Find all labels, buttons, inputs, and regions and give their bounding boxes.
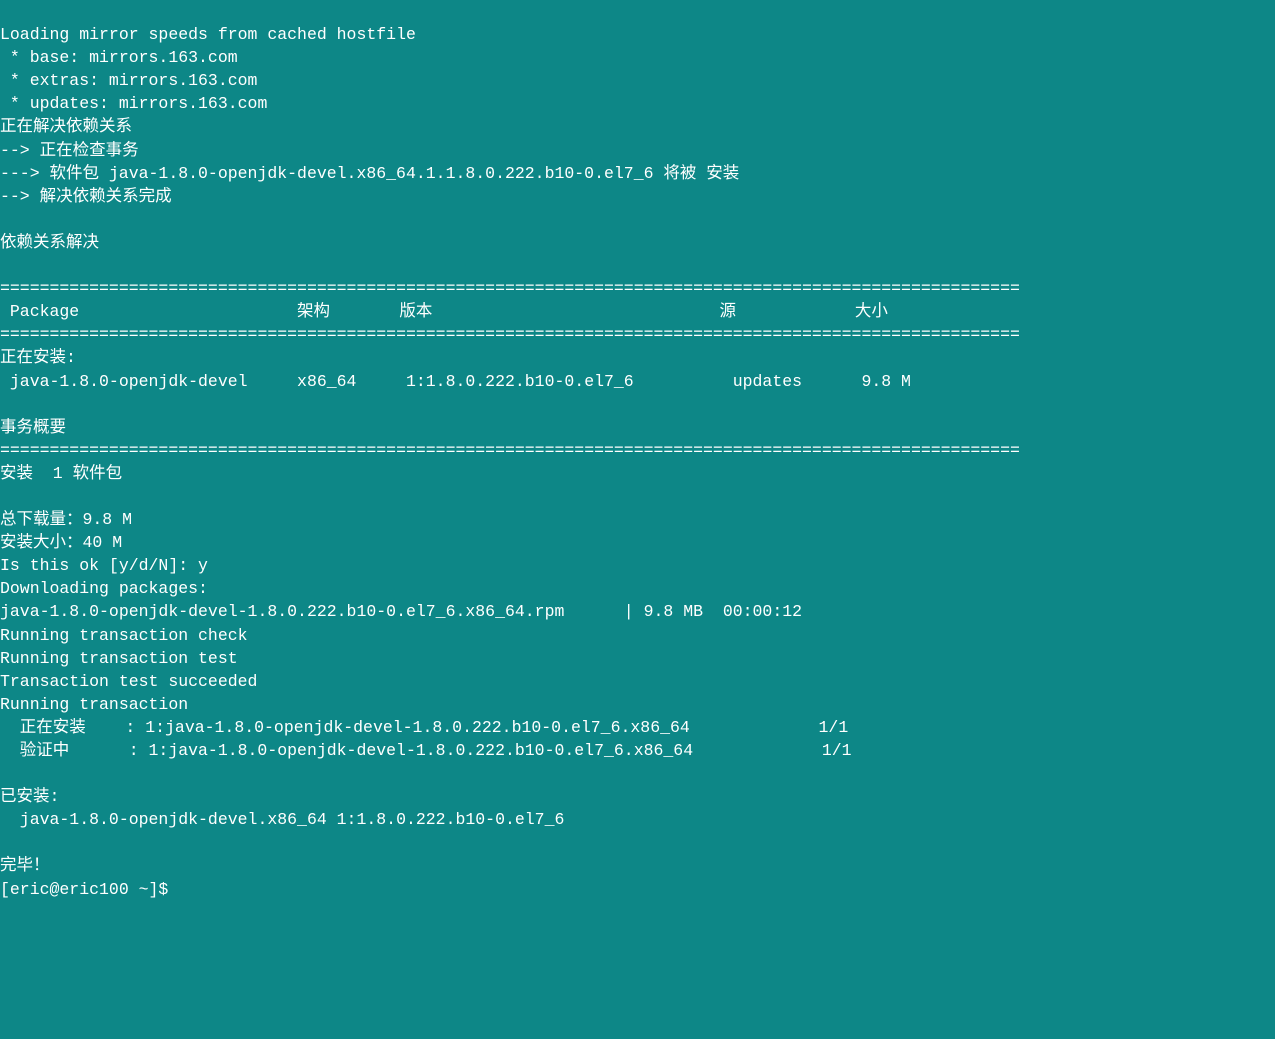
line-deps-resolved: 依赖关系解决 (0, 233, 99, 252)
line-mirror-extras: * extras: mirrors.163.com (0, 71, 257, 90)
line-installed-pkg: java-1.8.0-openjdk-devel.x86_64 1:1.8.0.… (0, 810, 564, 829)
line-installed-label: 已安装: (0, 787, 59, 806)
line-mirror-updates: * updates: mirrors.163.com (0, 94, 267, 113)
line-installed-size: 安装大小：40 M (0, 533, 122, 552)
line-trans-test-ok: Transaction test succeeded (0, 672, 257, 691)
line-resolving-deps: 正在解决依赖关系 (0, 117, 132, 136)
line-separator: ========================================… (0, 325, 1020, 344)
line-trans-check: Running transaction check (0, 626, 248, 645)
line-verifying-pkg: 验证中 : 1:java-1.8.0-openjdk-devel-1.8.0.2… (0, 741, 852, 760)
line-checking-trans: --> 正在检查事务 (0, 141, 139, 160)
line-installing-pkg: 正在安装 : 1:java-1.8.0-openjdk-devel-1.8.0.… (0, 718, 848, 737)
line-running-trans: Running transaction (0, 695, 188, 714)
line-package-install: ---> 软件包 java-1.8.0-openjdk-devel.x86_64… (0, 164, 739, 183)
line-confirm-prompt: Is this ok [y/d/N]: y (0, 556, 208, 575)
line-install-count: 安装 1 软件包 (0, 464, 122, 483)
terminal-output[interactable]: Loading mirror speeds from cached hostfi… (0, 23, 1275, 901)
line-complete: 完毕！ (0, 856, 50, 875)
line-mirror-base: * base: mirrors.163.com (0, 48, 238, 67)
line-summary-label: 事务概要 (0, 418, 66, 437)
line-downloading: Downloading packages: (0, 579, 208, 598)
line-table-header: Package 架构 版本 源 大小 (0, 302, 888, 321)
line-installing-label: 正在安装: (0, 348, 76, 367)
line-trans-test: Running transaction test (0, 649, 238, 668)
line-separator: ========================================… (0, 279, 1020, 298)
line-separator: ========================================… (0, 441, 1020, 460)
line-deps-done: --> 解决依赖关系完成 (0, 187, 172, 206)
line-package-row: java-1.8.0-openjdk-devel x86_64 1:1.8.0.… (0, 372, 911, 391)
line-download-size: 总下载量：9.8 M (0, 510, 132, 529)
line-prompt[interactable]: [eric@eric100 ~]$ (0, 880, 178, 899)
line-rpm-download: java-1.8.0-openjdk-devel-1.8.0.222.b10-0… (0, 602, 802, 621)
line-loading: Loading mirror speeds from cached hostfi… (0, 25, 416, 44)
